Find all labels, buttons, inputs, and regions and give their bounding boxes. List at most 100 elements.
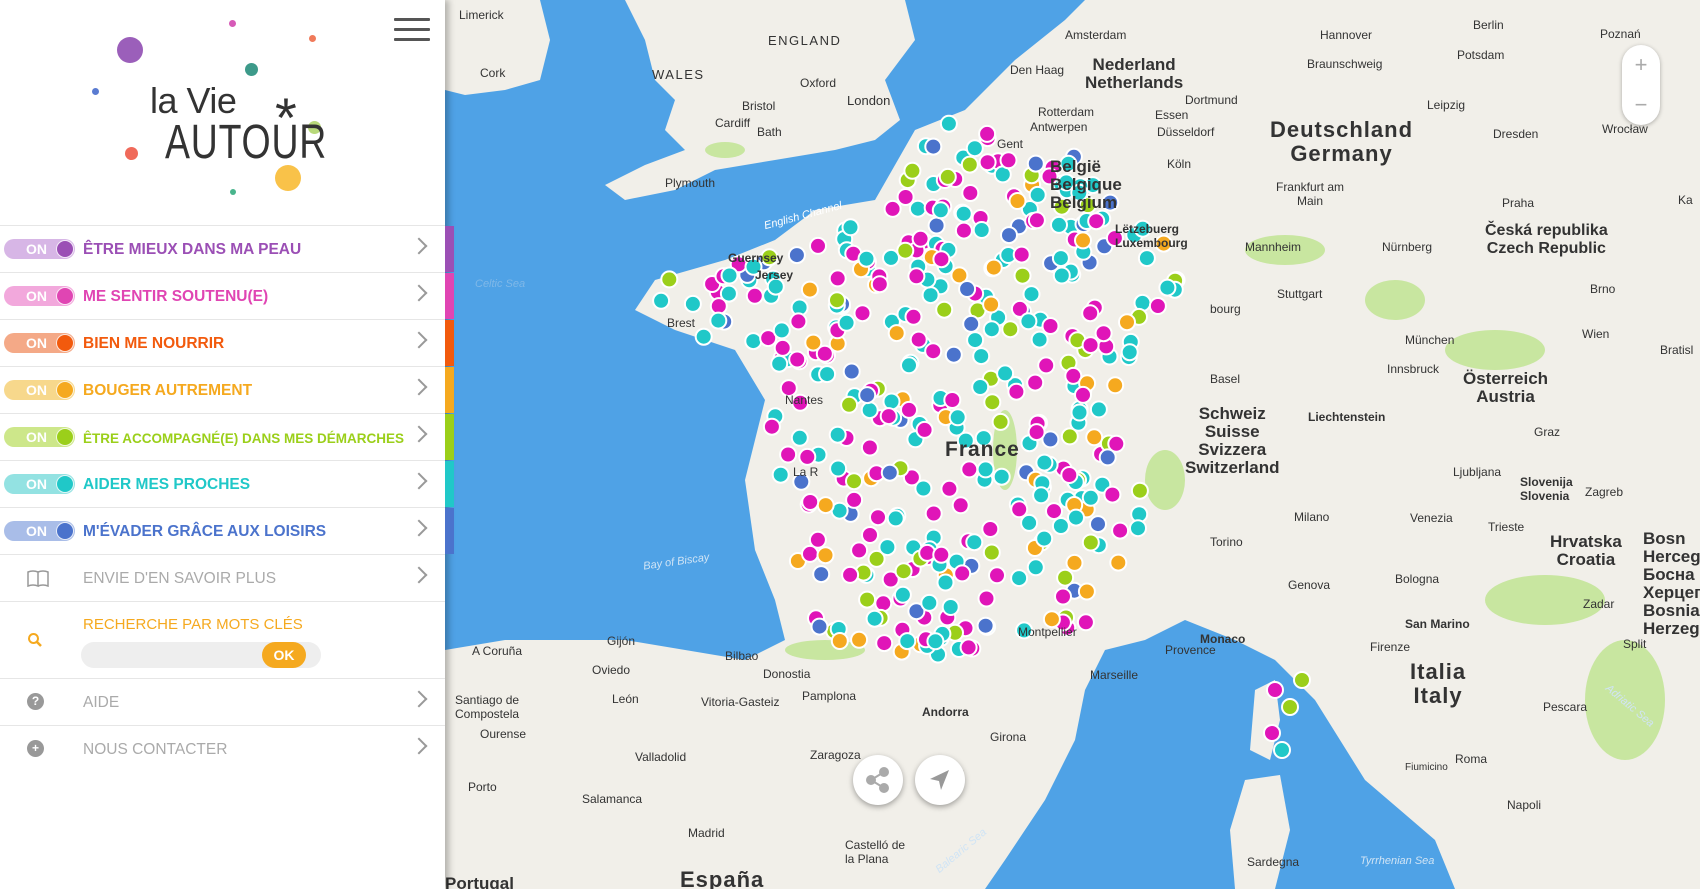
map-marker[interactable] <box>911 229 930 248</box>
map-marker[interactable] <box>900 356 918 375</box>
map-marker[interactable] <box>887 324 906 343</box>
map-marker[interactable] <box>896 188 915 206</box>
zoom-in-button[interactable]: + <box>1622 45 1660 85</box>
map-marker[interactable] <box>1035 453 1054 472</box>
map-marker[interactable] <box>931 201 950 220</box>
map-marker[interactable] <box>1263 724 1281 742</box>
map-marker[interactable] <box>865 609 884 628</box>
map-marker[interactable] <box>1035 529 1054 548</box>
map-marker[interactable] <box>1037 356 1056 375</box>
map-marker[interactable] <box>992 467 1011 486</box>
map-marker[interactable] <box>883 199 902 218</box>
map-marker[interactable] <box>1085 428 1104 447</box>
map-marker[interactable] <box>953 564 972 583</box>
map-marker[interactable] <box>660 270 679 289</box>
category-toggle[interactable]: ON <box>4 333 75 353</box>
category-toggle[interactable]: ON <box>4 286 75 306</box>
map-marker[interactable] <box>972 347 991 366</box>
map-marker[interactable] <box>683 294 702 313</box>
menu-contact[interactable]: + NOUS CONTACTER <box>0 725 445 772</box>
map-marker[interactable] <box>996 364 1015 383</box>
map-marker[interactable] <box>1052 266 1071 285</box>
search-ok-button[interactable]: OK <box>262 642 306 668</box>
map-marker[interactable] <box>878 538 897 557</box>
map-marker[interactable] <box>801 493 820 511</box>
map-marker[interactable] <box>816 496 835 515</box>
category-row-loisirs[interactable]: ON M'ÉVADER GRÂCE AUX LOISIRS <box>0 507 454 554</box>
category-row-soutenu[interactable]: ON ME SENTIR SOUTENU(E) <box>0 272 454 319</box>
map-marker[interactable] <box>874 594 893 613</box>
map-marker[interactable] <box>1045 502 1063 521</box>
map-marker[interactable] <box>938 167 957 186</box>
map-marker[interactable] <box>1081 304 1100 323</box>
map-marker[interactable] <box>837 313 856 332</box>
share-button[interactable] <box>853 755 903 805</box>
category-toggle[interactable]: ON <box>4 380 75 400</box>
map-marker[interactable] <box>830 632 849 650</box>
map-marker[interactable] <box>1013 266 1032 285</box>
map-marker[interactable] <box>1020 513 1039 532</box>
map-marker[interactable] <box>982 295 1001 314</box>
map-marker[interactable] <box>1106 376 1125 395</box>
map-marker[interactable] <box>870 275 889 294</box>
map-marker[interactable] <box>898 632 917 651</box>
map-marker[interactable] <box>988 566 1006 585</box>
map-marker[interactable] <box>1026 558 1045 577</box>
map-marker[interactable] <box>941 598 960 616</box>
map-marker[interactable] <box>840 395 859 414</box>
map-marker[interactable] <box>977 589 996 608</box>
category-toggle[interactable]: ON <box>4 521 75 541</box>
map-marker[interactable] <box>875 634 894 653</box>
map-marker[interactable] <box>800 280 819 299</box>
map-marker[interactable] <box>882 392 901 411</box>
map-marker[interactable] <box>943 391 962 409</box>
map-marker[interactable] <box>1281 698 1299 716</box>
zoom-out-button[interactable]: − <box>1622 85 1660 125</box>
map-marker[interactable] <box>1120 343 1139 362</box>
category-row-bouger[interactable]: ON BOUGER AUTREMENT <box>0 366 454 413</box>
map-marker[interactable] <box>804 333 823 352</box>
map-marker[interactable] <box>976 460 995 479</box>
map-marker[interactable] <box>1019 312 1038 331</box>
map-marker[interactable] <box>879 407 898 426</box>
map-marker[interactable] <box>978 124 997 143</box>
map-marker[interactable] <box>915 420 934 439</box>
map-marker[interactable] <box>1050 215 1068 234</box>
map-marker[interactable] <box>965 533 984 552</box>
map-marker[interactable] <box>818 365 837 384</box>
map-marker[interactable] <box>1056 568 1075 587</box>
map-marker[interactable] <box>1030 330 1049 349</box>
map-marker[interactable] <box>983 393 1002 412</box>
category-toggle[interactable]: ON <box>4 427 75 447</box>
map-marker[interactable] <box>984 258 1003 277</box>
map-marker[interactable] <box>828 269 847 288</box>
map-marker[interactable] <box>886 509 905 528</box>
map-marker[interactable] <box>1026 373 1045 392</box>
map-marker[interactable] <box>982 543 1001 562</box>
category-row-nourrir[interactable]: ON BIEN ME NOURRIR <box>0 319 454 366</box>
map-marker[interactable] <box>1087 212 1106 231</box>
map-marker[interactable] <box>932 250 951 269</box>
map-marker[interactable] <box>893 585 912 604</box>
map-marker[interactable] <box>744 332 763 351</box>
map-marker[interactable] <box>972 221 991 239</box>
map-marker[interactable] <box>935 300 954 319</box>
map-marker[interactable] <box>1273 741 1291 759</box>
map-marker[interactable] <box>861 526 879 544</box>
map-marker[interactable] <box>981 520 1000 538</box>
map-marker[interactable] <box>789 312 808 331</box>
map-marker[interactable] <box>960 460 979 479</box>
map-marker[interactable] <box>926 632 945 651</box>
map-marker[interactable] <box>1111 521 1130 540</box>
category-toggle[interactable]: ON <box>4 239 75 259</box>
map-marker[interactable] <box>1022 285 1041 304</box>
map-marker[interactable] <box>1077 582 1096 601</box>
map-marker[interactable] <box>858 590 877 609</box>
map-marker[interactable] <box>709 311 728 330</box>
map-marker[interactable] <box>978 153 997 172</box>
map-marker[interactable] <box>842 362 861 381</box>
map-marker[interactable] <box>1028 185 1047 204</box>
map-marker[interactable] <box>828 425 847 444</box>
map-marker[interactable] <box>1060 466 1079 484</box>
map-marker[interactable] <box>1089 400 1108 419</box>
